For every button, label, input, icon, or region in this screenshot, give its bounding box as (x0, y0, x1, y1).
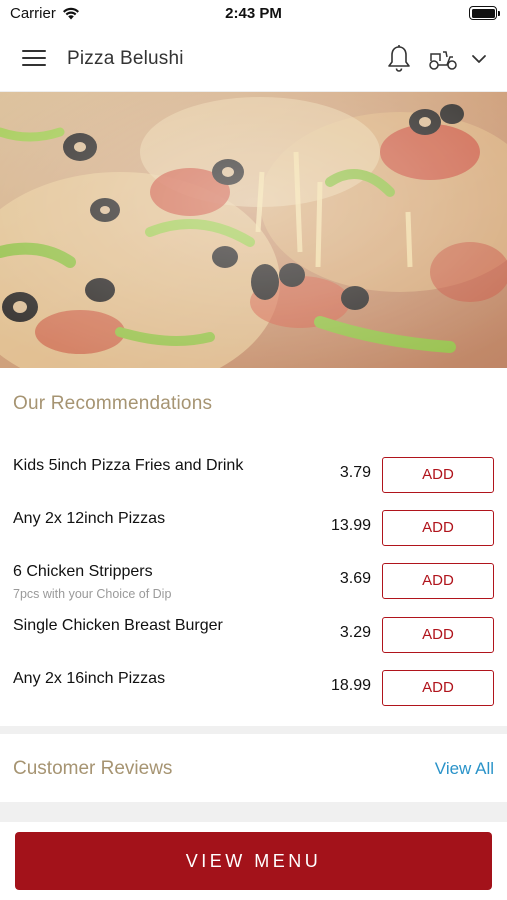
reviews-title: Customer Reviews (13, 758, 173, 779)
reviews-section: Customer Reviews View All (0, 734, 507, 802)
hero-image (0, 92, 507, 368)
view-all-link[interactable]: View All (435, 759, 494, 779)
item-price: 3.69 (339, 570, 371, 587)
page-title: Pizza Belushi (67, 48, 184, 69)
view-menu-button[interactable]: VIEW MENU (15, 832, 492, 890)
item-name: Any 2x 12inch Pizzas (13, 510, 166, 527)
add-button[interactable]: ADD (382, 563, 494, 599)
item-price: 3.79 (339, 464, 371, 481)
item-name: Any 2x 16inch Pizzas (13, 670, 166, 687)
section-divider (0, 802, 507, 822)
item-description: 7pcs with your Choice of Dip (13, 587, 172, 601)
add-button[interactable]: ADD (382, 457, 494, 493)
app-header: Pizza Belushi (0, 28, 507, 92)
item-name: Kids 5inch Pizza Fries and Drink (13, 457, 244, 474)
add-button[interactable]: ADD (382, 670, 494, 706)
item-price: 3.29 (339, 624, 371, 641)
list-item: Any 2x 16inch Pizzas 18.99 ADD (0, 670, 507, 720)
add-button[interactable]: ADD (382, 617, 494, 653)
list-item: 6 Chicken Strippers 7pcs with your Choic… (0, 563, 507, 613)
bell-icon[interactable] (386, 44, 412, 74)
section-divider (0, 726, 507, 734)
list-item: Kids 5inch Pizza Fries and Drink 3.79 AD… (0, 457, 507, 507)
menu-icon[interactable] (22, 50, 46, 70)
chevron-down-icon[interactable] (470, 50, 488, 68)
scooter-icon[interactable] (427, 46, 459, 72)
status-time: 2:43 PM (225, 5, 282, 22)
add-button[interactable]: ADD (382, 510, 494, 546)
recommendations-section: Our Recommendations Kids 5inch Pizza Fri… (0, 368, 507, 726)
bottom-bar: VIEW MENU (0, 822, 507, 900)
list-item: Single Chicken Breast Burger 3.29 ADD (0, 617, 507, 667)
battery-icon (469, 6, 500, 20)
list-item: Any 2x 12inch Pizzas 13.99 ADD (0, 510, 507, 560)
recommendations-title: Our Recommendations (13, 393, 213, 414)
item-name: 6 Chicken Strippers (13, 563, 153, 580)
item-price: 18.99 (330, 677, 371, 694)
item-name: Single Chicken Breast Burger (13, 617, 223, 634)
status-bar: Carrier 2:43 PM (0, 0, 507, 28)
item-price: 13.99 (330, 517, 371, 534)
